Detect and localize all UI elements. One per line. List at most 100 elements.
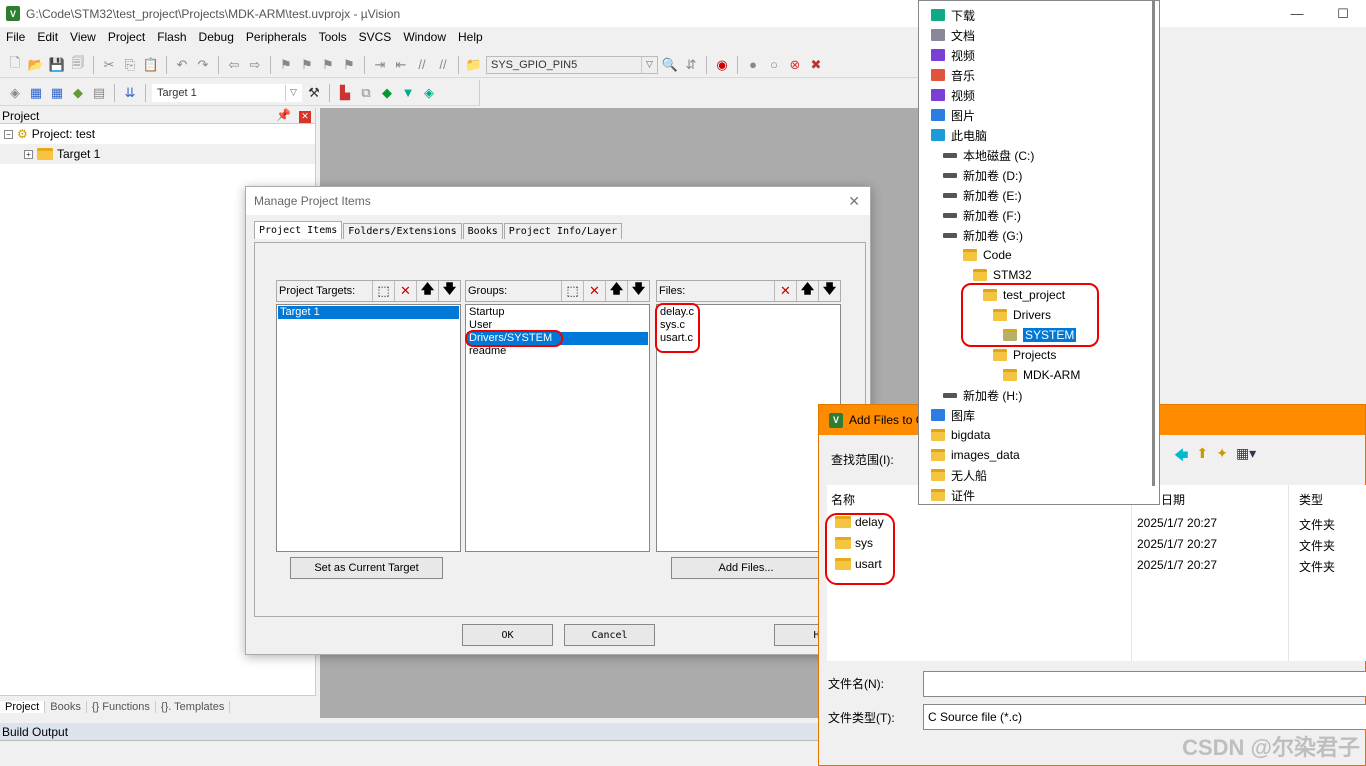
file-list[interactable]: 名称 日期 类型 delay 2025/1/7 20:27 文件夹 sys 2025/1… (825, 485, 1366, 661)
manage-project-items-icon[interactable]: ▙ (336, 84, 354, 102)
dropdown-item[interactable]: SYSTEM (1003, 325, 1077, 345)
delete-icon[interactable]: ✕ (394, 281, 416, 301)
list-item[interactable]: delay (835, 515, 884, 529)
menu-tools[interactable]: Tools (313, 30, 353, 48)
undo-icon[interactable]: ↶ (173, 56, 191, 74)
comment-icon[interactable]: // (413, 56, 431, 74)
dropdown-item[interactable]: 新加卷 (D:) (943, 165, 1022, 185)
stop-build-icon[interactable]: ▤ (90, 84, 108, 102)
target-combo[interactable]: Target 1 ▽ (152, 83, 302, 102)
list-item[interactable]: sys.c (658, 319, 839, 332)
translate-icon[interactable]: ◈ (6, 84, 24, 102)
dropdown-item[interactable]: 下载 (931, 5, 975, 25)
redo-icon[interactable]: ↷ (194, 56, 212, 74)
build-icon[interactable]: ▦ (27, 84, 45, 102)
new-icon[interactable]: ⬚ (561, 281, 583, 301)
dropdown-item[interactable]: 无人船 (931, 465, 987, 485)
delete-icon[interactable]: ✕ (774, 281, 796, 301)
groups-list[interactable]: Startup User Drivers/SYSTEM readme (465, 304, 650, 552)
pin-icon[interactable]: 📌 (276, 108, 291, 122)
dropdown-item[interactable]: 新加卷 (G:) (943, 225, 1023, 245)
new-icon[interactable]: ⬚ (372, 281, 394, 301)
dropdown-item[interactable]: Code (963, 245, 1012, 265)
target-options-icon[interactable]: ⚒ (305, 84, 323, 102)
dropdown-item[interactable]: Drivers (993, 305, 1051, 325)
indent-icon[interactable]: ⇥ (371, 56, 389, 74)
menu-help[interactable]: Help (452, 30, 489, 48)
pack-installer-icon[interactable]: ◆ (378, 84, 396, 102)
move-down-icon[interactable]: 🡇 (627, 281, 649, 301)
list-item[interactable]: User (467, 319, 648, 332)
list-item[interactable]: Target 1 (278, 306, 459, 319)
dropdown-item[interactable]: images_data (931, 445, 1020, 465)
list-item[interactable]: sys (835, 536, 873, 550)
filetype-select[interactable]: C Source file (*.c) (923, 704, 1366, 730)
paste-icon[interactable]: 📋 (142, 56, 160, 74)
dropdown-item[interactable]: 此电脑 (931, 125, 987, 145)
menu-file[interactable]: File (0, 30, 31, 48)
collapse-icon[interactable]: − (4, 129, 13, 139)
move-down-icon[interactable]: 🡇 (438, 281, 460, 301)
dropdown-item[interactable]: 文档 (931, 25, 975, 45)
find-combo[interactable]: SYS_GPIO_PIN5 ▽ (486, 55, 658, 74)
tab-project-info-layer[interactable]: Project Info/Layer (503, 223, 623, 239)
dropdown-item[interactable]: 图片 (931, 105, 975, 125)
add-files-button[interactable]: Add Files... (671, 557, 821, 579)
uncomment-icon[interactable]: // (434, 56, 452, 74)
menu-peripherals[interactable]: Peripherals (240, 30, 313, 48)
dropdown-item[interactable]: 视频 (931, 85, 975, 105)
tab-project[interactable]: Project (0, 700, 46, 713)
view-menu-icon[interactable]: ▦▾ (1236, 445, 1256, 469)
dropdown-item[interactable]: 新加卷 (H:) (943, 385, 1022, 405)
breakpoint-disable-all-icon[interactable]: ⊗ (786, 56, 804, 74)
bookmark-clear-icon[interactable]: ⚑ (340, 56, 358, 74)
move-up-icon[interactable]: 🡅 (416, 281, 438, 301)
menu-flash[interactable]: Flash (151, 30, 192, 48)
dropdown-item[interactable]: test_project (983, 285, 1065, 305)
menu-edit[interactable]: Edit (31, 30, 64, 48)
dropdown-item[interactable]: Projects (993, 345, 1056, 365)
dropdown-item[interactable]: 音乐 (931, 65, 975, 85)
bookmark-next-icon[interactable]: ⚑ (319, 56, 337, 74)
dropdown-item[interactable]: 新加卷 (F:) (943, 205, 1021, 225)
ok-button[interactable]: OK (462, 624, 553, 646)
nav-back-icon[interactable]: ⇦ (225, 56, 243, 74)
breakpoint-disable-icon[interactable]: ○ (765, 56, 783, 74)
maximize-button[interactable]: ☐ (1320, 0, 1366, 27)
chevron-down-icon[interactable]: ▽ (285, 84, 301, 101)
list-item[interactable]: usart.c (658, 332, 839, 345)
dropdown-item[interactable]: 图库 (931, 405, 975, 425)
close-icon[interactable]: ✕ (299, 110, 311, 123)
tab-folders-extensions[interactable]: Folders/Extensions (343, 223, 462, 239)
column-type[interactable]: 类型 (1299, 491, 1323, 508)
tree-item-target[interactable]: + Target 1 (0, 144, 315, 164)
tab-templates[interactable]: {}. Templates (156, 700, 231, 713)
list-item[interactable]: readme (467, 345, 648, 358)
rte-icon[interactable]: ▼ (399, 84, 417, 102)
new-file-icon[interactable]: 🗋 (6, 55, 24, 74)
tab-books[interactable]: Books (45, 700, 87, 713)
menu-debug[interactable]: Debug (193, 30, 240, 48)
tab-project-items[interactable]: Project Items (254, 221, 343, 239)
dropdown-item[interactable]: MDK-ARM (1003, 365, 1080, 385)
back-icon[interactable]: 🡄 (1174, 445, 1188, 469)
files-list[interactable]: delay.c sys.c usart.c (656, 304, 841, 552)
dropdown-item[interactable]: STM32 (973, 265, 1032, 285)
dropdown-item[interactable]: 视频 (931, 45, 975, 65)
cancel-button[interactable]: Cancel (564, 624, 655, 646)
bookmark-prev-icon[interactable]: ⚑ (298, 56, 316, 74)
expand-icon[interactable]: + (24, 149, 33, 159)
tab-functions[interactable]: {} Functions (87, 700, 156, 713)
look-in-dropdown[interactable]: 下载 文档 视频 音乐 视频 图片 此电脑 本地磁盘 (C:) 新加卷 (D:) 新加卷 (E:)… (918, 0, 1160, 505)
incremental-find-icon[interactable]: ⇵ (682, 56, 700, 74)
tree-item-project[interactable]: − ⚙ Project: test (0, 124, 315, 144)
filename-input[interactable] (923, 671, 1366, 697)
save-all-icon[interactable]: 🗐 (69, 55, 87, 74)
menu-svcs[interactable]: SVCS (353, 30, 398, 48)
rebuild-icon[interactable]: ▦ (48, 84, 66, 102)
list-item[interactable]: usart (835, 557, 882, 571)
save-icon[interactable]: 💾 (48, 56, 66, 74)
nav-forward-icon[interactable]: ⇨ (246, 56, 264, 74)
dropdown-item[interactable]: 本地磁盘 (C:) (943, 145, 1034, 165)
cut-icon[interactable]: ✂ (100, 56, 118, 74)
